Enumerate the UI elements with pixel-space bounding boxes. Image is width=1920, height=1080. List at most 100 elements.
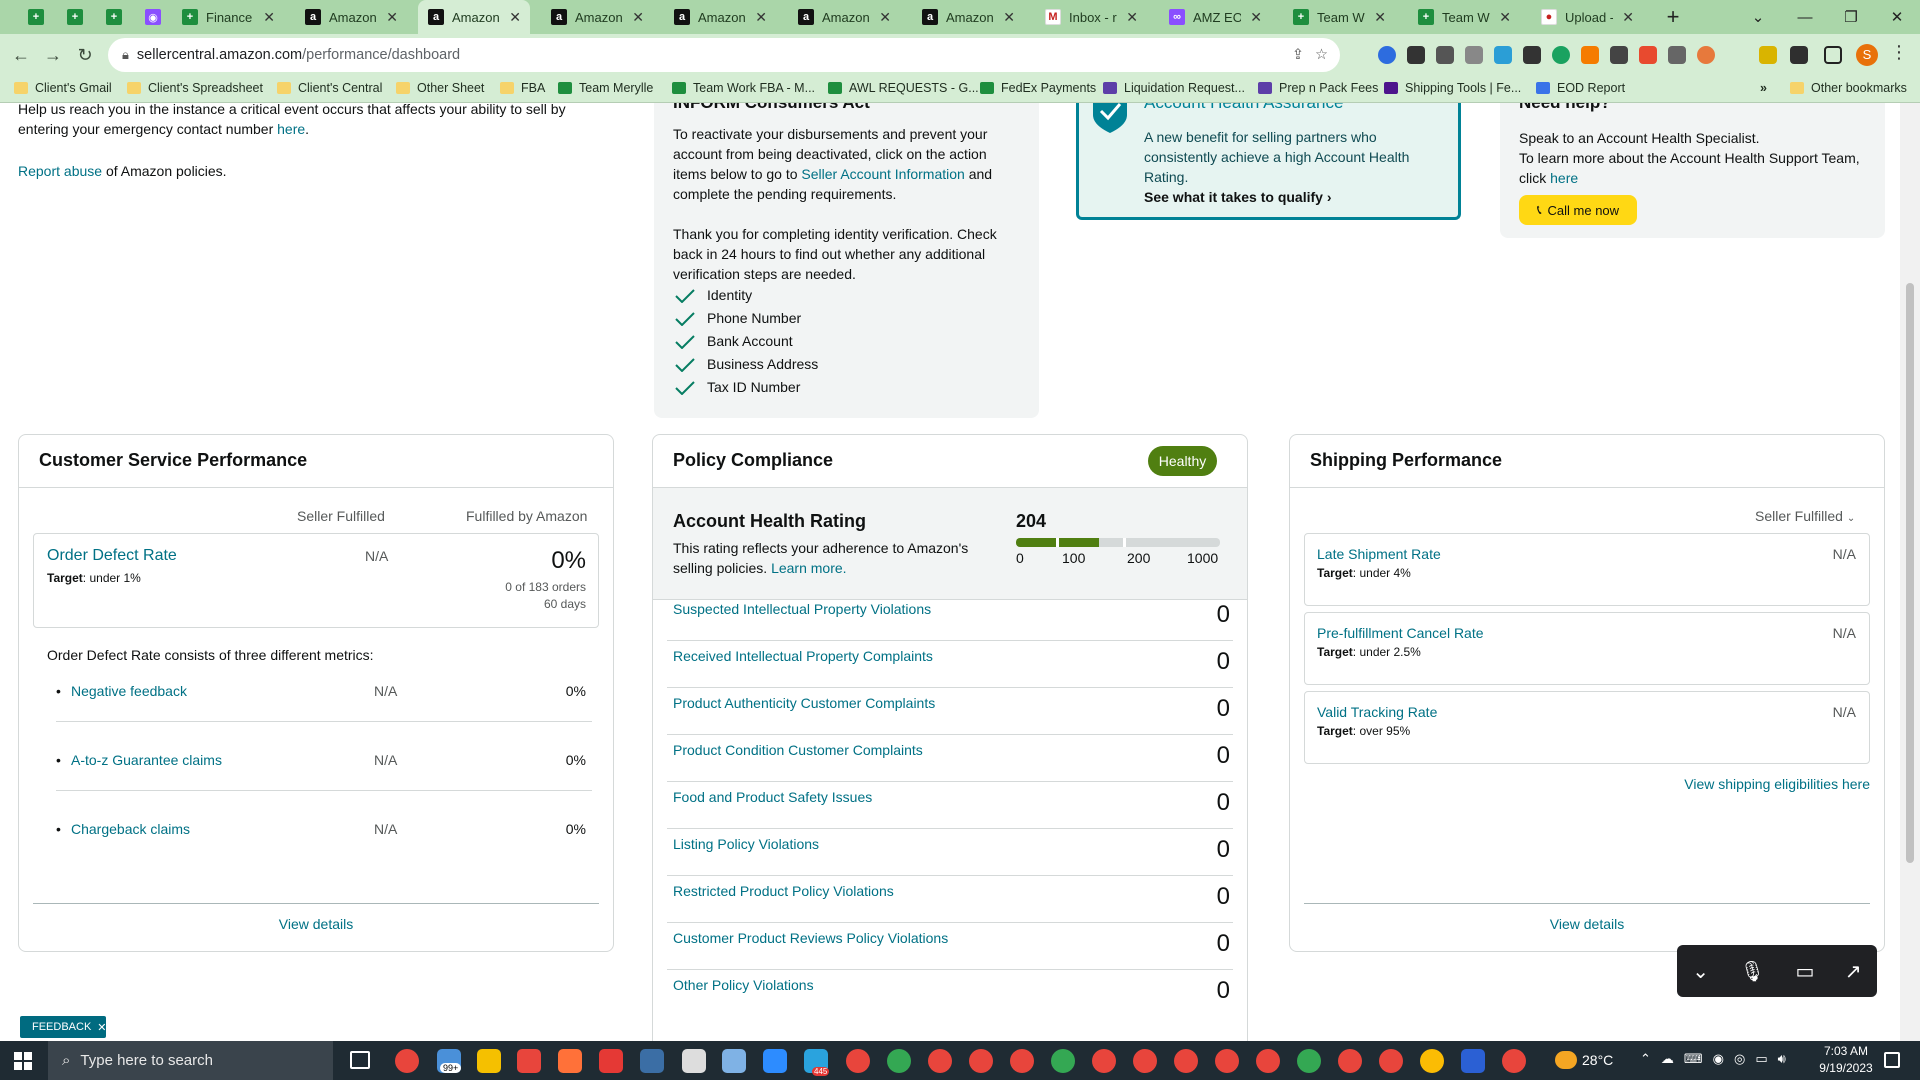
other-bookmarks[interactable]: Other bookmarks — [1790, 81, 1907, 95]
extension-icon[interactable] — [1552, 46, 1570, 64]
bookmark-item[interactable]: Liquidation Request... — [1103, 81, 1245, 95]
fulfillment-channel-dropdown[interactable]: Seller Fulfilled ⌄ — [1755, 506, 1855, 529]
taskbar-search-box[interactable]: ⌕ Type here to search — [48, 1041, 333, 1080]
bookmark-item[interactable]: Shipping Tools | Fe... — [1384, 81, 1521, 95]
bookmark-item[interactable]: Team Merylle — [558, 81, 653, 95]
shipping-metric-link[interactable]: Pre-fulfillment Cancel Rate — [1317, 623, 1484, 643]
shipping-metric-link[interactable]: Late Shipment Rate — [1317, 544, 1441, 564]
close-tab-icon[interactable]: ✕ — [1241, 9, 1271, 26]
rider-icon[interactable] — [1461, 1049, 1485, 1073]
tab-9[interactable]: a Amazon ✕ — [788, 0, 900, 34]
extension-icon[interactable] — [1378, 46, 1396, 64]
tab-13[interactable]: + Team Worl✕ — [1283, 0, 1395, 34]
extension-icon[interactable] — [1436, 46, 1454, 64]
tab-0[interactable]: + — [18, 0, 53, 34]
policy-violation-link[interactable]: Other Policy Violations — [673, 975, 814, 995]
chrome-icon[interactable] — [1010, 1049, 1034, 1073]
bookmark-item[interactable]: AWL REQUESTS - G... — [828, 81, 979, 95]
weather-icon[interactable] — [1555, 1051, 1577, 1069]
extension-icon[interactable] — [1494, 46, 1512, 64]
extension-icon[interactable] — [1407, 46, 1425, 64]
tab-4[interactable]: + Finance Sh✕ — [172, 0, 284, 34]
notification-icon[interactable] — [1884, 1052, 1900, 1068]
back-icon[interactable]: ← — [8, 42, 34, 68]
shipping-metric-link[interactable]: Valid Tracking Rate — [1317, 702, 1437, 722]
extension-icon[interactable] — [1523, 46, 1541, 64]
policy-violation-link[interactable]: Suspected Intellectual Property Violatio… — [673, 599, 931, 619]
chrome-icon[interactable] — [1051, 1049, 1075, 1073]
forward-icon[interactable]: → — [40, 42, 66, 68]
chrome-icon[interactable] — [928, 1049, 952, 1073]
tab-8[interactable]: a Amazon ✕ — [664, 0, 776, 34]
bookmark-item[interactable]: FBA — [500, 81, 545, 95]
policy-violation-link[interactable]: Restricted Product Policy Violations — [673, 881, 894, 901]
tab-2[interactable]: + — [96, 0, 131, 34]
aha-qualify-link[interactable]: See what it takes to qualify › — [1144, 187, 1332, 207]
app-icon[interactable] — [682, 1049, 706, 1073]
extension-icon[interactable] — [1610, 46, 1628, 64]
report-abuse-link[interactable]: Report abuse — [18, 163, 102, 179]
chrome-icon[interactable] — [1338, 1049, 1362, 1073]
close-tab-icon[interactable]: ✕ — [1490, 9, 1520, 26]
chrome-icon[interactable] — [1420, 1049, 1444, 1073]
pop-out-icon[interactable]: ↗ — [1845, 959, 1862, 984]
temperature[interactable]: 28°C — [1582, 1052, 1613, 1068]
extension-icon[interactable] — [1639, 46, 1657, 64]
bookmark-item[interactable]: EOD Report — [1536, 81, 1625, 95]
chrome-icon[interactable] — [1256, 1049, 1280, 1073]
chargeback-claims-link[interactable]: Chargeback claims — [71, 819, 190, 839]
chrome-icon[interactable] — [1174, 1049, 1198, 1073]
close-tab-icon[interactable]: ✕ — [1365, 9, 1395, 26]
zoom-icon[interactable] — [763, 1049, 787, 1073]
close-tab-icon[interactable]: ✕ — [623, 9, 653, 26]
close-tab-icon[interactable]: ✕ — [1613, 9, 1643, 26]
page-scrollbar[interactable] — [1900, 103, 1920, 1041]
browser-menu-icon[interactable]: ⋮ — [1890, 42, 1908, 63]
seller-account-information-link[interactable]: Seller Account Information — [801, 166, 964, 182]
tab-5[interactable]: a Amazon ✕ — [295, 0, 407, 34]
close-icon[interactable]: ✕ — [97, 1021, 106, 1034]
policy-violation-link[interactable]: Product Condition Customer Complaints — [673, 740, 923, 760]
close-tab-icon[interactable]: ✕ — [500, 9, 530, 26]
close-tab-icon[interactable]: ✕ — [746, 9, 776, 26]
tab-6[interactable]: a Amazon ✕ — [418, 0, 530, 34]
shipping-view-details-link[interactable]: View details — [1304, 914, 1870, 934]
policy-violation-link[interactable]: Listing Policy Violations — [673, 834, 819, 854]
chrome-icon[interactable] — [1133, 1049, 1157, 1073]
file-explorer-icon[interactable] — [477, 1049, 501, 1073]
tab-1[interactable]: + — [57, 0, 92, 34]
shipping-eligibilities-link[interactable]: View shipping eligibilities here — [1600, 774, 1870, 794]
extension-icon[interactable] — [1759, 46, 1777, 64]
extension-icon[interactable] — [1465, 46, 1483, 64]
reload-icon[interactable]: ↻ — [72, 42, 98, 68]
more-bookmarks-chevron-icon[interactable]: » — [1760, 81, 1767, 95]
extensions-puzzle-icon[interactable] — [1790, 46, 1808, 64]
clock-time[interactable]: 7:03 AM — [1817, 1044, 1875, 1058]
minimize-button[interactable]: — — [1782, 0, 1828, 34]
windows-start-icon[interactable] — [14, 1052, 32, 1070]
share-icon[interactable]: ⇪ — [1292, 47, 1304, 63]
close-window-button[interactable]: ✕ — [1874, 0, 1920, 34]
atoz-claims-link[interactable]: A-to-z Guarantee claims — [71, 750, 222, 770]
tab-10[interactable]: a Amazon ✕ — [912, 0, 1024, 34]
profile-avatar[interactable]: S — [1856, 44, 1878, 66]
emergency-here-link[interactable]: here — [277, 121, 305, 137]
scrollbar-thumb[interactable] — [1906, 283, 1914, 863]
tab-11[interactable]: M Inbox - rsg✕ — [1035, 0, 1147, 34]
tab-15[interactable]: ● Upload - A✕ — [1531, 0, 1643, 34]
maximize-button[interactable]: ❐ — [1828, 0, 1874, 34]
tab-14[interactable]: + Team Worl✕ — [1408, 0, 1520, 34]
feedback-button[interactable]: FEEDBACK ✕ — [20, 1016, 107, 1038]
tab-3[interactable]: ◉ — [135, 0, 170, 34]
wps-icon[interactable] — [599, 1049, 623, 1073]
bookmark-item[interactable]: Prep n Pack Fees — [1258, 81, 1378, 95]
chrome-icon[interactable] — [1379, 1049, 1403, 1073]
chrome-icon[interactable] — [1502, 1049, 1526, 1073]
firefox-icon[interactable] — [558, 1049, 582, 1073]
bookmark-item[interactable]: Other Sheet — [396, 81, 484, 95]
extension-icon[interactable] — [1668, 46, 1686, 64]
tab-search-icon[interactable]: ⌄ — [1735, 0, 1781, 34]
bookmark-item[interactable]: Client's Gmail — [14, 81, 112, 95]
ahr-learn-more-link[interactable]: Learn more. — [771, 560, 846, 576]
call-me-now-button[interactable]: 📞︎ Call me now — [1519, 195, 1637, 225]
